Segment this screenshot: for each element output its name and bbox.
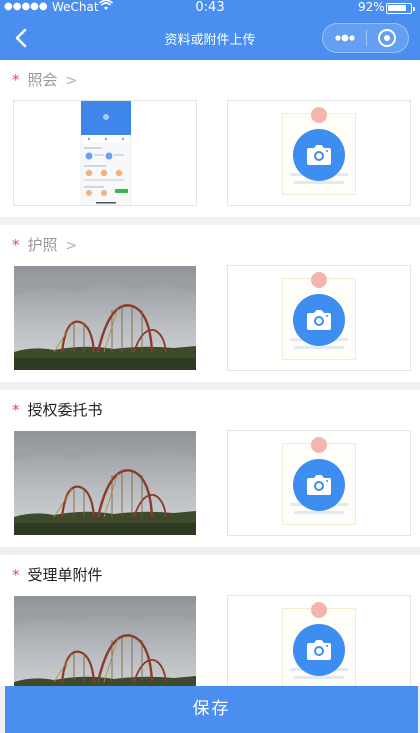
- required-mark: *: [12, 566, 20, 584]
- photo-upload-slot[interactable]: [227, 100, 411, 206]
- camera-icon: [307, 640, 331, 660]
- upload-section-passport: * 护照 >: [0, 225, 420, 382]
- upload-section-receipt: * 受理单附件: [0, 555, 420, 686]
- section-header[interactable]: * 照会 >: [12, 68, 77, 92]
- section-header: * 受理单附件: [12, 563, 103, 587]
- battery-icon: [386, 3, 415, 14]
- clock: 0:43: [195, 0, 225, 15]
- save-button[interactable]: 保存: [5, 686, 418, 733]
- section-label: 受理单附件: [27, 566, 103, 584]
- roller-coaster-photo: [14, 431, 196, 535]
- camera-icon: [307, 145, 331, 165]
- mini-program-capsule: [322, 23, 409, 53]
- uploaded-thumbnail[interactable]: [13, 100, 197, 206]
- uploaded-thumbnail[interactable]: [14, 431, 196, 535]
- required-mark: *: [12, 71, 20, 89]
- more-dots-icon: [335, 34, 355, 42]
- section-label: 照会: [27, 71, 58, 89]
- required-mark: *: [12, 401, 20, 419]
- uploaded-thumbnail[interactable]: [14, 596, 196, 686]
- camera-button[interactable]: [293, 459, 345, 511]
- section-header[interactable]: * 护照 >: [12, 233, 77, 257]
- chevron-right-icon: >: [65, 73, 78, 89]
- camera-button[interactable]: [293, 129, 345, 181]
- upload-section-note: * 照会 >: [0, 60, 420, 217]
- required-mark: *: [12, 236, 20, 254]
- section-header: * 授权委托书: [12, 398, 103, 422]
- app-screenshot-thumbnail: [14, 101, 196, 205]
- more-button[interactable]: [323, 24, 366, 52]
- status-bar: ●●●●● WeChat 0:43 92%: [0, 0, 420, 16]
- camera-icon: [307, 310, 331, 330]
- upload-section-authorization: * 授权委托书: [0, 390, 420, 547]
- photo-upload-slot[interactable]: [227, 430, 411, 536]
- upload-list[interactable]: * 照会 > * 护照 > * 授权委托书 * 受理单附件: [0, 60, 420, 686]
- battery-percent: 92%: [358, 0, 385, 14]
- section-label: 授权委托书: [27, 401, 103, 419]
- camera-icon: [307, 475, 331, 495]
- roller-coaster-photo: [14, 266, 196, 370]
- roller-coaster-photo: [14, 596, 196, 686]
- section-label: 护照: [27, 236, 58, 254]
- photo-upload-slot[interactable]: [227, 265, 411, 371]
- target-circle-icon: [378, 29, 396, 47]
- camera-button[interactable]: [293, 624, 345, 676]
- camera-button[interactable]: [293, 294, 345, 346]
- save-label: 保存: [192, 699, 231, 719]
- nav-bar: 资料或附件上传: [0, 16, 420, 60]
- uploaded-thumbnail[interactable]: [14, 266, 196, 370]
- chevron-right-icon: >: [65, 238, 78, 254]
- close-button[interactable]: [367, 24, 410, 52]
- photo-upload-slot[interactable]: [227, 595, 411, 686]
